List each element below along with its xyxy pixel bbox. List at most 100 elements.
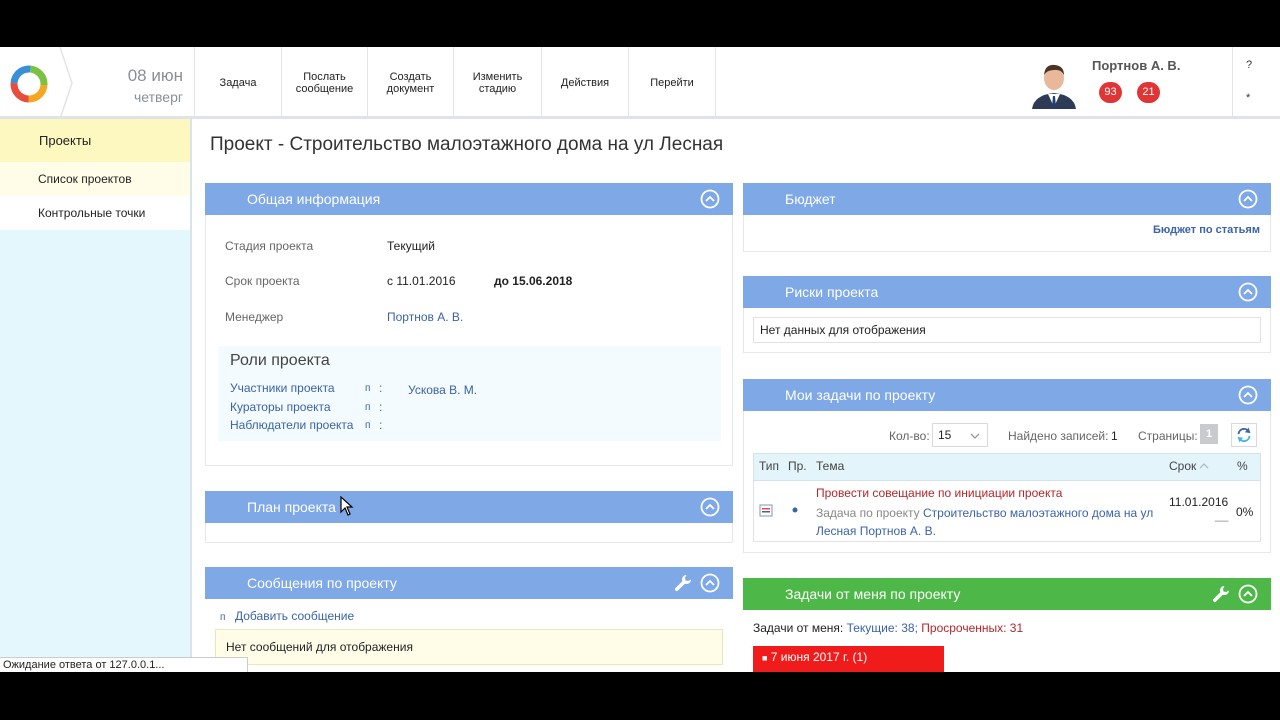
role-participants-sep: :	[379, 381, 383, 395]
task-percent: 0%	[1236, 505, 1254, 519]
messages-header[interactable]: Сообщения по проекту	[205, 567, 733, 599]
collapse-icon[interactable]	[1238, 385, 1258, 405]
col-priority[interactable]: Пр.	[788, 459, 807, 473]
from-me-header[interactable]: Задачи от меня по проекту	[743, 578, 1271, 610]
col-subject[interactable]: Тема	[816, 459, 844, 473]
found-label: Найдено записей:	[1008, 429, 1109, 443]
goto-button[interactable]: Перейти	[628, 47, 716, 119]
term-label: Срок проекта	[225, 274, 300, 288]
stage-label: Стадия проекта	[225, 239, 314, 253]
role-observers-marker: п	[365, 420, 371, 431]
task-type-icon	[759, 504, 773, 517]
role-participants-marker: п	[365, 383, 371, 394]
collapse-icon[interactable]	[700, 497, 720, 517]
risks-empty: Нет данных для отображения	[753, 317, 1261, 343]
manager-label: Менеджер	[225, 310, 284, 324]
date-group-label: 7 июня 2017 г. (1)	[770, 650, 868, 664]
col-percent[interactable]: %	[1237, 459, 1248, 473]
plan-title: План проекта	[247, 499, 336, 515]
term-from: с 11.01.2016	[387, 274, 456, 288]
from-me-summary: Задачи от меня: Текущие: 38; Просроченны…	[753, 621, 1023, 635]
role-curators-sep: :	[379, 400, 383, 414]
budget-header[interactable]: Бюджет	[743, 183, 1271, 215]
task-user-link[interactable]: Портнов А. В.	[860, 524, 936, 538]
role-curators-marker: п	[365, 402, 371, 413]
role-observers-sep: :	[379, 418, 383, 432]
notifications-badge[interactable]: 93	[1099, 82, 1122, 103]
collapse-icon[interactable]	[700, 573, 720, 593]
col-due[interactable]: Срок	[1169, 459, 1196, 473]
plan-body	[205, 523, 733, 543]
task-sub-prefix: Задача по проекту	[816, 506, 920, 520]
found-value: 1	[1111, 429, 1118, 443]
sidebar-item-project-list[interactable]: Список проектов	[0, 162, 190, 196]
general-info-header[interactable]: Общая информация	[205, 183, 733, 215]
page-title: Проект - Строительство малоэтажного дома…	[210, 134, 724, 155]
role-curators-link[interactable]: Кураторы проекта	[230, 400, 331, 414]
plan-header[interactable]: План проекта	[205, 491, 733, 523]
role-observers-link[interactable]: Наблюдатели проекта	[230, 418, 353, 432]
task-title-link[interactable]: Провести совещание по инициации проекта	[816, 486, 1062, 500]
task-button[interactable]: Задача	[194, 47, 281, 119]
task-due-extra: __	[1215, 508, 1229, 522]
date-day: 08 июн	[127, 66, 183, 85]
budget-by-items-link[interactable]: Бюджет по статьям	[1153, 224, 1260, 236]
collapse-icon[interactable]	[1238, 189, 1258, 209]
task-due: 11.01.2016	[1169, 495, 1229, 509]
manager-link[interactable]: Портнов А. В.	[387, 310, 463, 324]
help-button[interactable]: ?	[1246, 59, 1252, 71]
change-stage-button[interactable]: Изменить стадию	[453, 47, 541, 119]
sidebar-item-milestones[interactable]: Контрольные точки	[0, 196, 190, 230]
date-group-row[interactable]: ■ 7 июня 2017 г. (1)	[753, 646, 944, 672]
header-right-panel: ? *	[1232, 47, 1280, 119]
from-me-title: Задачи от меня по проекту	[785, 586, 961, 602]
send-message-button[interactable]: Послать сообщение	[281, 47, 367, 119]
roles-title: Роли проекта	[230, 352, 330, 369]
count-select[interactable]: 15	[932, 423, 988, 447]
role-participants-link[interactable]: Участники проекта	[230, 381, 335, 395]
from-me-summary-label: Задачи от меня:	[753, 621, 844, 635]
messages-title: Сообщения по проекту	[247, 575, 397, 591]
priority-dot-icon	[792, 507, 798, 513]
general-info-title: Общая информация	[247, 191, 381, 207]
collapse-icon[interactable]	[1238, 282, 1258, 302]
collapse-icon[interactable]	[1238, 584, 1258, 604]
col-type[interactable]: Тип	[759, 459, 779, 473]
toolbar: Задача Послать сообщение Создать докумен…	[194, 47, 716, 119]
logo-icon[interactable]	[0, 47, 62, 119]
star-button[interactable]: *	[1246, 92, 1250, 104]
collapse-icon[interactable]	[700, 189, 720, 209]
add-message-link[interactable]: Добавить сообщение	[235, 609, 354, 623]
messages-badge[interactable]: 21	[1137, 82, 1160, 103]
term-to: до 15.06.2018	[494, 274, 573, 288]
user-name[interactable]: Портнов А. В.	[1092, 58, 1180, 73]
page-button[interactable]: 1	[1200, 424, 1218, 444]
from-me-current-link[interactable]: Текущие: 38;	[847, 621, 918, 635]
refresh-icon[interactable]	[1231, 423, 1257, 447]
date-block: 08 июн четверг	[72, 47, 194, 119]
chevron-down-icon	[970, 433, 980, 439]
wrench-icon[interactable]	[673, 573, 693, 593]
sidebar-section-projects[interactable]: Проекты	[0, 119, 190, 162]
my-tasks-title: Мои задачи по проекту	[785, 387, 936, 403]
pages-label: Страницы:	[1138, 429, 1198, 443]
my-tasks-header[interactable]: Мои задачи по проекту	[743, 379, 1271, 411]
stage-value: Текущий	[387, 239, 435, 253]
budget-title: Бюджет	[785, 191, 836, 207]
header: 08 июн четверг Задача Послать сообщение …	[0, 47, 1280, 119]
risks-header[interactable]: Риски проекта	[743, 276, 1271, 308]
create-document-button[interactable]: Создать документ	[367, 47, 453, 119]
task-subline: Задача по проекту Строительство малоэтаж…	[816, 504, 1156, 540]
wrench-icon[interactable]	[1211, 584, 1231, 604]
collapse-square-icon: ■	[762, 653, 768, 663]
avatar[interactable]	[1030, 57, 1078, 109]
risks-title: Риски проекта	[785, 284, 879, 300]
role-participants-value[interactable]: Ускова В. М.	[408, 383, 477, 397]
messages-empty: Нет сообщений для отображения	[215, 629, 723, 665]
actions-button[interactable]: Действия	[541, 47, 628, 119]
app-window: 08 июн четверг Задача Послать сообщение …	[0, 47, 1280, 672]
sidebar: Проекты Список проектов Контрольные точк…	[0, 119, 192, 672]
count-value: 15	[938, 428, 952, 442]
status-bar: Ожидание ответа от 127.0.0.1...	[0, 657, 248, 672]
from-me-overdue-link[interactable]: Просроченных: 31	[921, 621, 1023, 635]
